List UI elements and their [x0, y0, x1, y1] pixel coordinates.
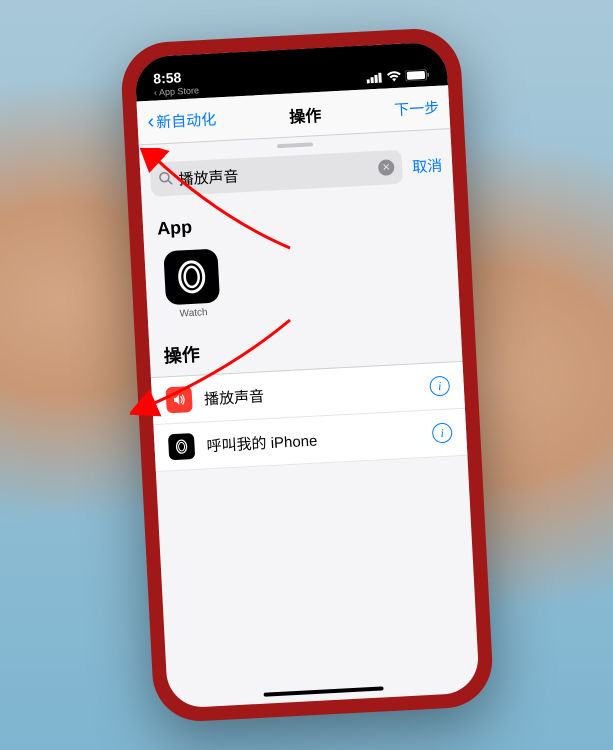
watch-icon	[167, 433, 194, 460]
home-indicator[interactable]	[263, 686, 383, 696]
info-icon[interactable]: i	[431, 422, 452, 443]
nav-back-button[interactable]: ‹ 新自动化	[146, 107, 216, 134]
signal-icon	[366, 72, 383, 87]
content: App Watch 操作 播放声音 i	[141, 189, 467, 472]
nav-title: 操作	[288, 101, 321, 127]
watch-app-icon	[163, 249, 220, 306]
chevron-left-icon: ‹	[153, 87, 157, 97]
search-icon	[158, 170, 173, 188]
clear-icon[interactable]: ✕	[377, 159, 394, 176]
speaker-icon	[165, 386, 192, 413]
nav-next-button[interactable]: 下一步	[393, 97, 439, 120]
app-label: Watch	[179, 307, 208, 319]
info-icon[interactable]: i	[429, 376, 450, 397]
chevron-left-icon: ‹	[146, 111, 154, 134]
battery-icon	[405, 69, 430, 84]
action-label: 播放声音	[203, 377, 418, 409]
app-item-watch[interactable]: Watch	[158, 248, 226, 320]
search-field[interactable]: 播放声音 ✕	[149, 150, 402, 197]
phone-screen: 8:58 ‹ App Store ‹ 新	[134, 41, 480, 708]
action-label: 呼叫我的 iPhone	[205, 424, 420, 456]
search-input[interactable]: 播放声音	[177, 158, 372, 189]
status-time: 8:58	[152, 68, 198, 86]
phone-device: 8:58 ‹ App Store ‹ 新	[119, 27, 494, 724]
wifi-icon	[386, 71, 402, 86]
status-breadcrumb[interactable]: ‹ App Store	[153, 85, 198, 97]
action-list: 播放声音 i 呼叫我的 iPhone i	[150, 361, 467, 472]
search-cancel-button[interactable]: 取消	[411, 154, 442, 177]
